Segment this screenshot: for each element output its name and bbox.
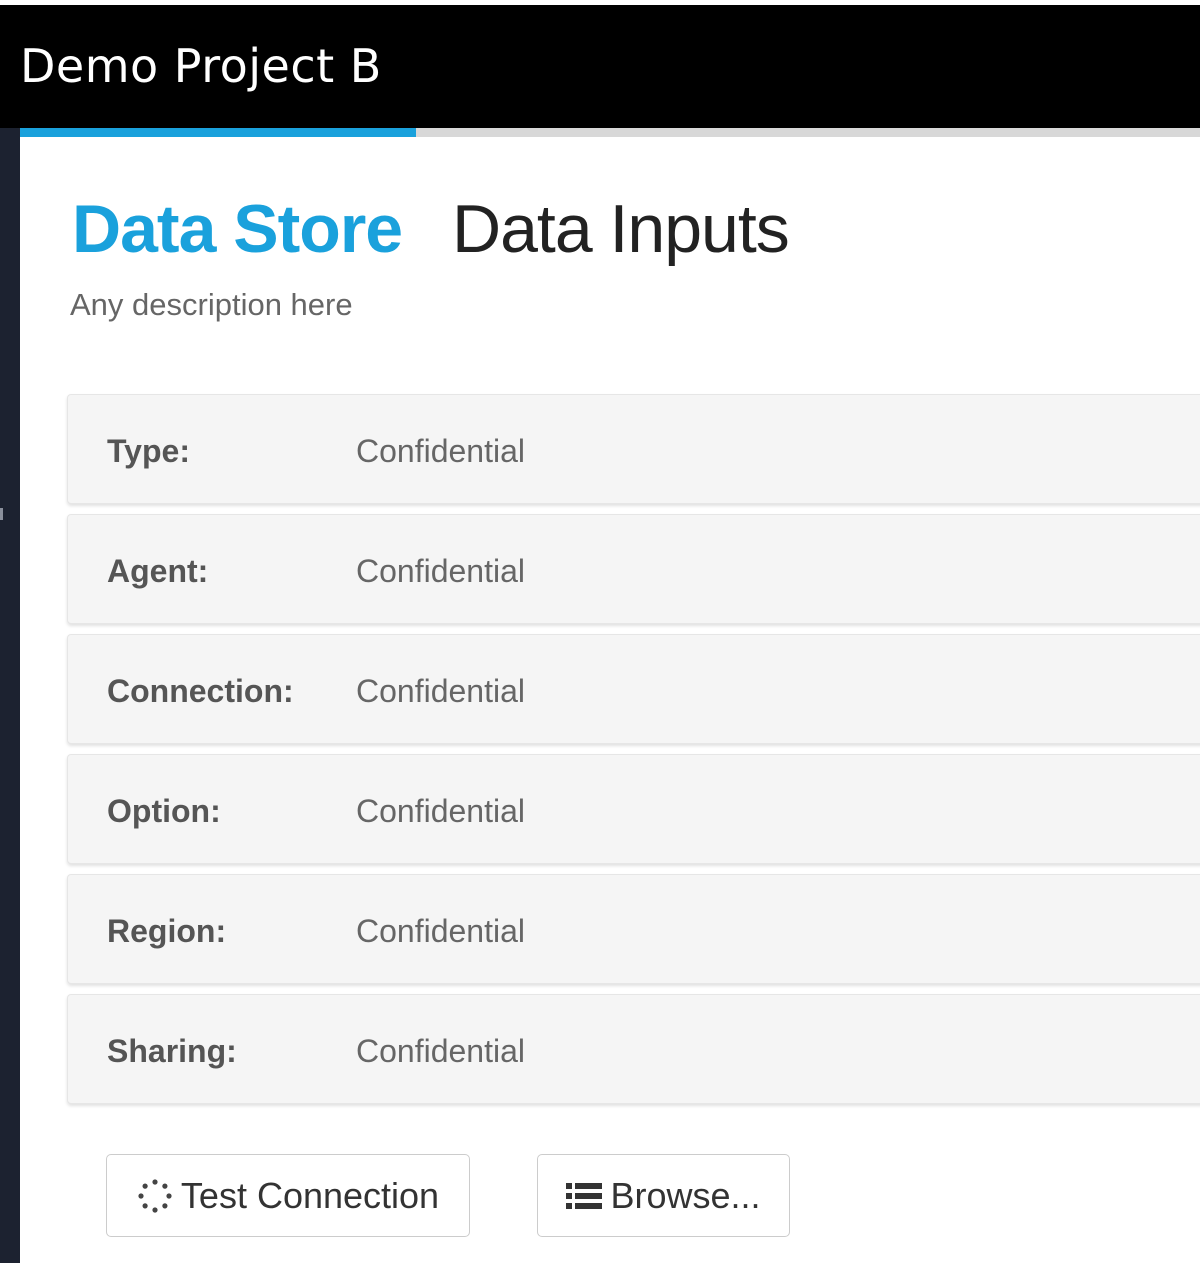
project-title: Demo Project B xyxy=(20,39,382,93)
tab-data-store[interactable]: Data Store xyxy=(72,195,403,263)
row-value: Confidential xyxy=(356,553,525,589)
row-label: Region: xyxy=(107,913,227,949)
detail-row-option: Option: Confidential xyxy=(67,754,1200,864)
progress-bar xyxy=(20,128,1200,137)
tab-data-inputs[interactable]: Data Inputs xyxy=(452,195,790,263)
list-icon xyxy=(566,1181,603,1211)
browse-button[interactable]: Browse... xyxy=(537,1154,790,1237)
row-label: Sharing: xyxy=(107,1033,237,1069)
detail-row-type: Type: Confidential xyxy=(67,394,1200,504)
row-value: Confidential xyxy=(356,793,525,829)
row-label: Agent: xyxy=(107,553,209,589)
row-label: Option: xyxy=(107,793,221,829)
details-list: Type: Confidential Agent: Confidential C… xyxy=(67,394,1200,1114)
page-description: Any description here xyxy=(70,287,353,322)
rail-handle[interactable] xyxy=(0,508,3,520)
main-content: Data Store Data Inputs Any description h… xyxy=(20,137,1200,1263)
detail-row-connection: Connection: Confidential xyxy=(67,634,1200,744)
row-label: Type: xyxy=(107,433,190,469)
row-value: Confidential xyxy=(356,673,525,709)
row-label: Connection: xyxy=(107,673,294,709)
test-connection-label: Test Connection xyxy=(180,1174,440,1216)
browse-label: Browse... xyxy=(610,1174,761,1216)
detail-row-sharing: Sharing: Confidential xyxy=(67,994,1200,1104)
detail-row-agent: Agent: Confidential xyxy=(67,514,1200,624)
left-rail[interactable] xyxy=(0,128,20,1263)
detail-row-region: Region: Confidential xyxy=(67,874,1200,984)
row-value: Confidential xyxy=(356,433,525,469)
spinner-icon xyxy=(137,1178,173,1214)
test-connection-button[interactable]: Test Connection xyxy=(106,1154,470,1237)
progress-fill xyxy=(20,128,417,137)
title-bar: Demo Project B xyxy=(0,5,1200,128)
app-window: Demo Project B Data Store Data Inputs An… xyxy=(0,0,1200,1263)
row-value: Confidential xyxy=(356,913,525,949)
row-value: Confidential xyxy=(356,1033,525,1069)
